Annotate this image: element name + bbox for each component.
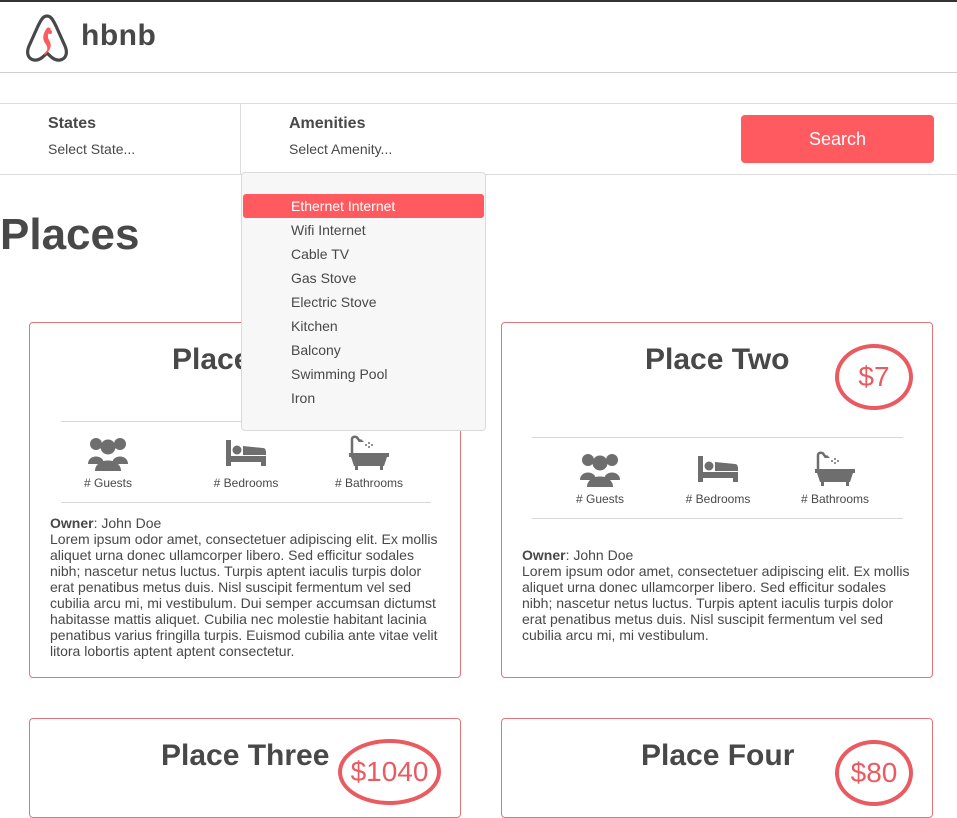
search-button[interactable]: Search — [741, 115, 934, 163]
bedrooms-label: # Bedrooms — [685, 492, 751, 506]
amenity-option-iron[interactable]: Iron — [242, 386, 485, 410]
place-info: # Guests # Bedrooms # Bathrooms — [61, 421, 431, 503]
bedrooms-info: # Bedrooms — [663, 438, 773, 506]
amenity-option-cable-tv[interactable]: Cable TV — [242, 242, 485, 266]
place-card: Place Three $1040 — [29, 718, 461, 818]
guests-label: # Guests — [575, 492, 625, 506]
amenity-option-ethernet-internet[interactable]: Ethernet Internet — [243, 194, 484, 218]
amenities-list: Ethernet Internet Wifi Internet Cable TV… — [242, 194, 485, 410]
amenities-label: Amenities — [289, 115, 366, 132]
amenities-dropdown: Ethernet Internet Wifi Internet Cable TV… — [241, 172, 486, 431]
bathrooms-info: # Bathrooms — [314, 422, 424, 490]
description-text: Lorem ipsum odor amet, consectetuer adip… — [522, 563, 910, 643]
amenities-select[interactable]: Select Amenity... — [289, 141, 392, 157]
filters-bar: States Select State... Amenities Select … — [0, 103, 957, 175]
states-label: States — [48, 115, 97, 132]
place-title: Place Three — [161, 739, 330, 772]
amenity-option-kitchen[interactable]: Kitchen — [242, 314, 485, 338]
bathtub-icon — [815, 451, 855, 486]
price-badge: $1040 — [338, 739, 441, 805]
owner-label: Owner — [50, 515, 94, 531]
owner-label: Owner — [522, 547, 566, 563]
airbnb-logo-icon[interactable] — [24, 13, 70, 63]
price-badge: $7 — [835, 344, 913, 410]
amenity-option-gas-stove[interactable]: Gas Stove — [242, 266, 485, 290]
bathrooms-info: # Bathrooms — [780, 438, 890, 506]
bedrooms-info: # Bedrooms — [191, 422, 301, 490]
price-badge: $80 — [835, 740, 913, 806]
bathrooms-label: # Bathrooms — [800, 492, 870, 506]
guests-info: # Guests — [53, 422, 163, 490]
amenity-option-wifi-internet[interactable]: Wifi Internet — [242, 218, 485, 242]
header: hbnb — [0, 2, 957, 73]
owner-name: : John Doe — [93, 515, 162, 531]
place-card: Place Two $7 # Guests # Bedrooms # Bathr… — [501, 322, 933, 678]
place-card: Place Four $80 — [501, 718, 933, 818]
place-description: Owner: John Doe Lorem ipsum odor amet, c… — [522, 547, 917, 643]
bed-icon — [698, 456, 738, 482]
place-title: Place Four — [641, 739, 795, 772]
bathrooms-label: # Bathrooms — [334, 476, 404, 490]
guests-label: # Guests — [83, 476, 133, 490]
group-icon — [580, 454, 620, 487]
bedrooms-label: # Bedrooms — [213, 476, 279, 490]
bathtub-icon — [349, 435, 389, 470]
guests-info: # Guests — [545, 438, 655, 506]
amenity-option-swimming-pool[interactable]: Swimming Pool — [242, 362, 485, 386]
place-description: Owner: John Doe Lorem ipsum odor amet, c… — [50, 515, 445, 659]
owner-name: : John Doe — [565, 547, 634, 563]
amenity-option-electric-stove[interactable]: Electric Stove — [242, 290, 485, 314]
states-filter[interactable]: States Select State... — [0, 104, 241, 174]
group-icon — [88, 438, 128, 471]
brand-name: hbnb — [81, 19, 157, 52]
places-title: Places — [0, 210, 140, 259]
states-select[interactable]: Select State... — [48, 141, 135, 157]
amenities-filter[interactable]: Amenities Select Amenity... — [241, 104, 541, 174]
place-info: # Guests # Bedrooms # Bathrooms — [532, 437, 903, 519]
place-title: Place Two — [645, 343, 790, 376]
amenity-option-balcony[interactable]: Balcony — [242, 338, 485, 362]
bed-icon — [226, 440, 266, 466]
description-text: Lorem ipsum odor amet, consectetuer adip… — [50, 531, 438, 659]
